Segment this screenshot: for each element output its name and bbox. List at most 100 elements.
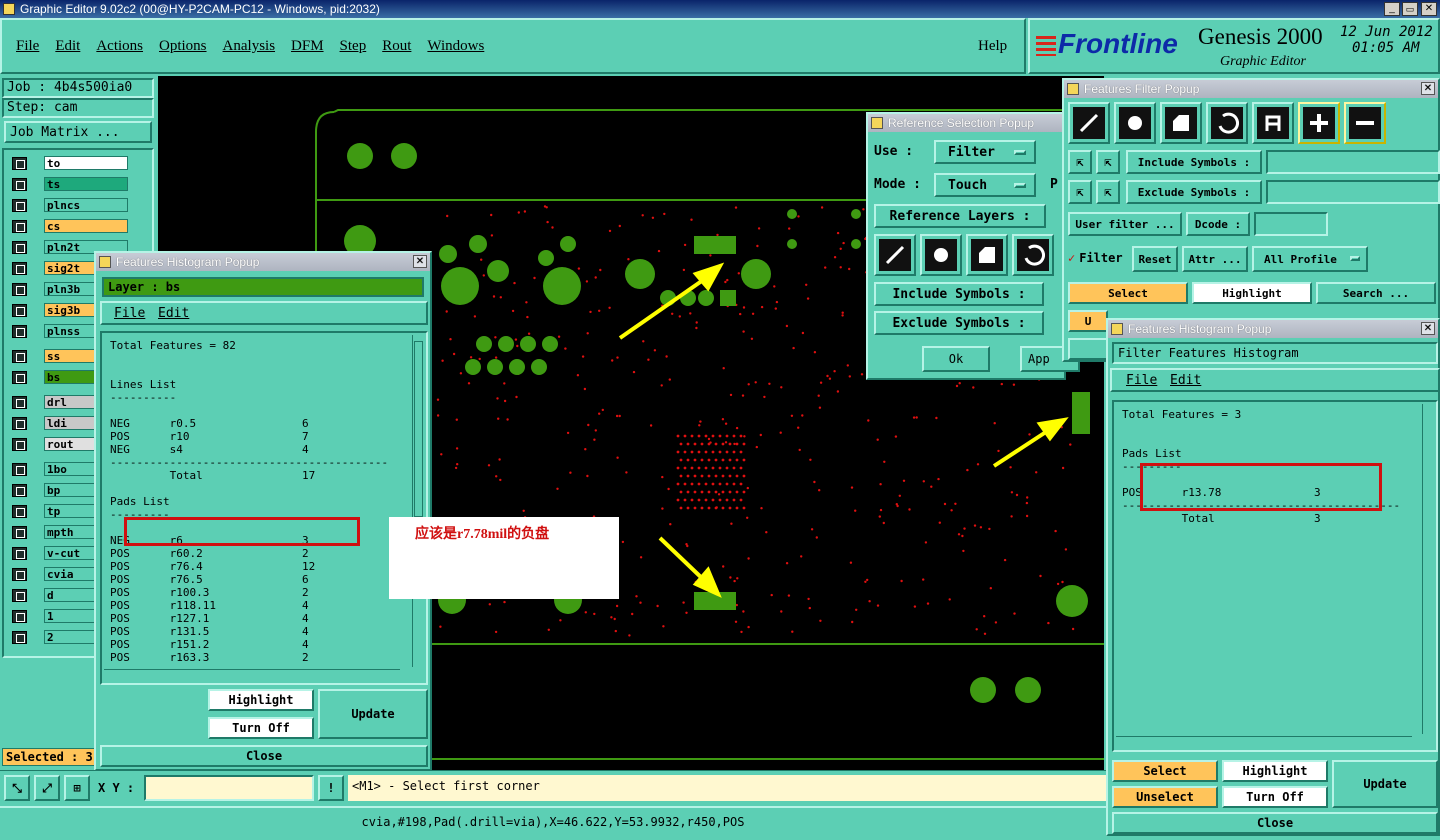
hist2-close-icon[interactable]: ✕	[1421, 322, 1435, 335]
layer-row-plncs[interactable]: plncs	[12, 198, 128, 212]
layer-checkbox-icon[interactable]	[12, 631, 27, 644]
ref-exclude-symbols-button[interactable]: Exclude Symbols :	[874, 311, 1044, 335]
menu-analysis[interactable]: Analysis	[223, 38, 276, 55]
menu-file[interactable]: File	[16, 38, 39, 55]
layer-checkbox-icon[interactable]	[12, 417, 27, 430]
attr-button[interactable]: Attr ...	[1182, 246, 1248, 272]
menu-rout[interactable]: Rout	[382, 38, 411, 55]
exclude-symbols-input[interactable]	[1266, 180, 1440, 204]
layer-checkbox-icon[interactable]	[12, 220, 27, 233]
exclude-select-icon-2[interactable]: ⇱	[1096, 180, 1120, 204]
line-symbol-button[interactable]	[874, 234, 916, 276]
ok-button[interactable]: Ok	[922, 346, 990, 372]
arc-symbol-button[interactable]	[1012, 234, 1054, 276]
menu-edit[interactable]: Edit	[55, 38, 80, 55]
turn-off-button[interactable]: Turn Off	[208, 717, 314, 739]
filter-surface-button[interactable]	[1160, 102, 1202, 144]
include-symbols-input[interactable]	[1266, 150, 1440, 174]
filter-line-button[interactable]	[1068, 102, 1110, 144]
layer-checkbox-icon[interactable]	[12, 304, 27, 317]
surface-symbol-button[interactable]	[966, 234, 1008, 276]
hist2-vertical-scrollbar[interactable]	[1422, 404, 1434, 734]
popup-close-icon[interactable]: ✕	[413, 255, 427, 268]
job-matrix-button[interactable]: Job Matrix ...	[4, 121, 152, 143]
filter-close-icon[interactable]: ✕	[1421, 82, 1435, 95]
menu-help[interactable]: Help	[978, 38, 1007, 55]
menu-actions[interactable]: Actions	[96, 38, 143, 55]
include-select-icon-2[interactable]: ⇱	[1096, 150, 1120, 174]
layer-checkbox-icon[interactable]	[12, 396, 27, 409]
layer-row-to[interactable]: to	[12, 156, 128, 170]
filter-highlight-button[interactable]: Highlight	[1192, 282, 1312, 304]
filter-arc-button[interactable]	[1206, 102, 1248, 144]
layer-row-cs[interactable]: cs	[12, 219, 128, 233]
filter-partial-button[interactable]	[1068, 338, 1108, 360]
filter-exclude-symbols-button[interactable]: Exclude Symbols :	[1126, 180, 1262, 204]
filter-unselect-button[interactable]: U	[1068, 310, 1108, 332]
popup-menu-file[interactable]: File	[114, 306, 145, 321]
use-dropdown[interactable]: Filter	[934, 140, 1036, 164]
filter-text-button[interactable]	[1252, 102, 1294, 144]
filter-negative-button[interactable]	[1344, 102, 1386, 144]
layer-checkbox-icon[interactable]	[12, 262, 27, 275]
highlight-button[interactable]: Highlight	[208, 689, 314, 711]
xy-input[interactable]	[144, 775, 314, 801]
dcode-input[interactable]	[1254, 212, 1328, 236]
hist2-menu-edit[interactable]: Edit	[1170, 373, 1201, 388]
layer-checkbox-icon[interactable]	[12, 463, 27, 476]
hist2-close-button[interactable]: Close	[1112, 812, 1438, 834]
layer-checkbox-icon[interactable]	[12, 484, 27, 497]
layer-name[interactable]: to	[44, 156, 128, 170]
layer-name[interactable]: ts	[44, 177, 128, 191]
reset-button[interactable]: Reset	[1132, 246, 1178, 272]
layer-name[interactable]: plncs	[44, 198, 128, 212]
exclude-select-icon-1[interactable]: ⇱	[1068, 180, 1092, 204]
hist2-unselect-button[interactable]: Unselect	[1112, 786, 1218, 808]
layer-checkbox-icon[interactable]	[12, 325, 27, 338]
warning-icon[interactable]: !	[318, 775, 344, 801]
mode-dropdown[interactable]: Touch	[934, 173, 1036, 197]
layer-checkbox-icon[interactable]	[12, 157, 27, 170]
menu-step[interactable]: Step	[340, 38, 367, 55]
menu-dfm[interactable]: DFM	[291, 38, 324, 55]
menu-windows[interactable]: Windows	[427, 38, 484, 55]
minimize-icon[interactable]: _	[1384, 2, 1400, 16]
layer-checkbox-icon[interactable]	[12, 526, 27, 539]
reference-layers-button[interactable]: Reference Layers :	[874, 204, 1046, 228]
filter-pad-button[interactable]	[1114, 102, 1156, 144]
layer-checkbox-icon[interactable]	[12, 568, 27, 581]
pad-symbol-button[interactable]	[920, 234, 962, 276]
filter-include-symbols-button[interactable]: Include Symbols :	[1126, 150, 1262, 174]
layer-checkbox-icon[interactable]	[12, 589, 27, 602]
layer-checkbox-icon[interactable]	[12, 438, 27, 451]
profile-dropdown[interactable]: All Profile	[1252, 246, 1368, 272]
dcode-button[interactable]: Dcode :	[1186, 212, 1250, 236]
popup-menu-edit[interactable]: Edit	[158, 306, 189, 321]
filter-select-button[interactable]: Select	[1068, 282, 1188, 304]
filter-positive-button[interactable]	[1298, 102, 1340, 144]
layer-checkbox-icon[interactable]	[12, 350, 27, 363]
grid-tool-icon[interactable]: ⊞	[64, 775, 90, 801]
hist2-select-button[interactable]: Select	[1112, 760, 1218, 782]
close-button[interactable]: Close	[100, 745, 428, 767]
layer-checkbox-icon[interactable]	[12, 371, 27, 384]
user-filter-button[interactable]: User filter ...	[1068, 212, 1182, 236]
layer-name[interactable]: cs	[44, 219, 128, 233]
hist2-turn-off-button[interactable]: Turn Off	[1222, 786, 1328, 808]
filter-toggle[interactable]: ✓ Filter	[1068, 246, 1130, 270]
hist2-horizontal-scrollbar[interactable]	[1116, 736, 1412, 748]
maximize-icon[interactable]: ▭	[1402, 2, 1418, 16]
hist2-menu-file[interactable]: File	[1126, 373, 1157, 388]
menu-options[interactable]: Options	[159, 38, 207, 55]
search-button[interactable]: Search ...	[1316, 282, 1436, 304]
layer-checkbox-icon[interactable]	[12, 241, 27, 254]
zoom-tool-icon-1[interactable]: ⤡	[4, 775, 30, 801]
layer-row-ts[interactable]: ts	[12, 177, 128, 191]
layer-checkbox-icon[interactable]	[12, 283, 27, 296]
include-select-icon-1[interactable]: ⇱	[1068, 150, 1092, 174]
hist2-highlight-button[interactable]: Highlight	[1222, 760, 1328, 782]
layer-checkbox-icon[interactable]	[12, 547, 27, 560]
ref-include-symbols-button[interactable]: Include Symbols :	[874, 282, 1044, 306]
vertical-scrollbar[interactable]	[412, 335, 424, 667]
layer-checkbox-icon[interactable]	[12, 178, 27, 191]
